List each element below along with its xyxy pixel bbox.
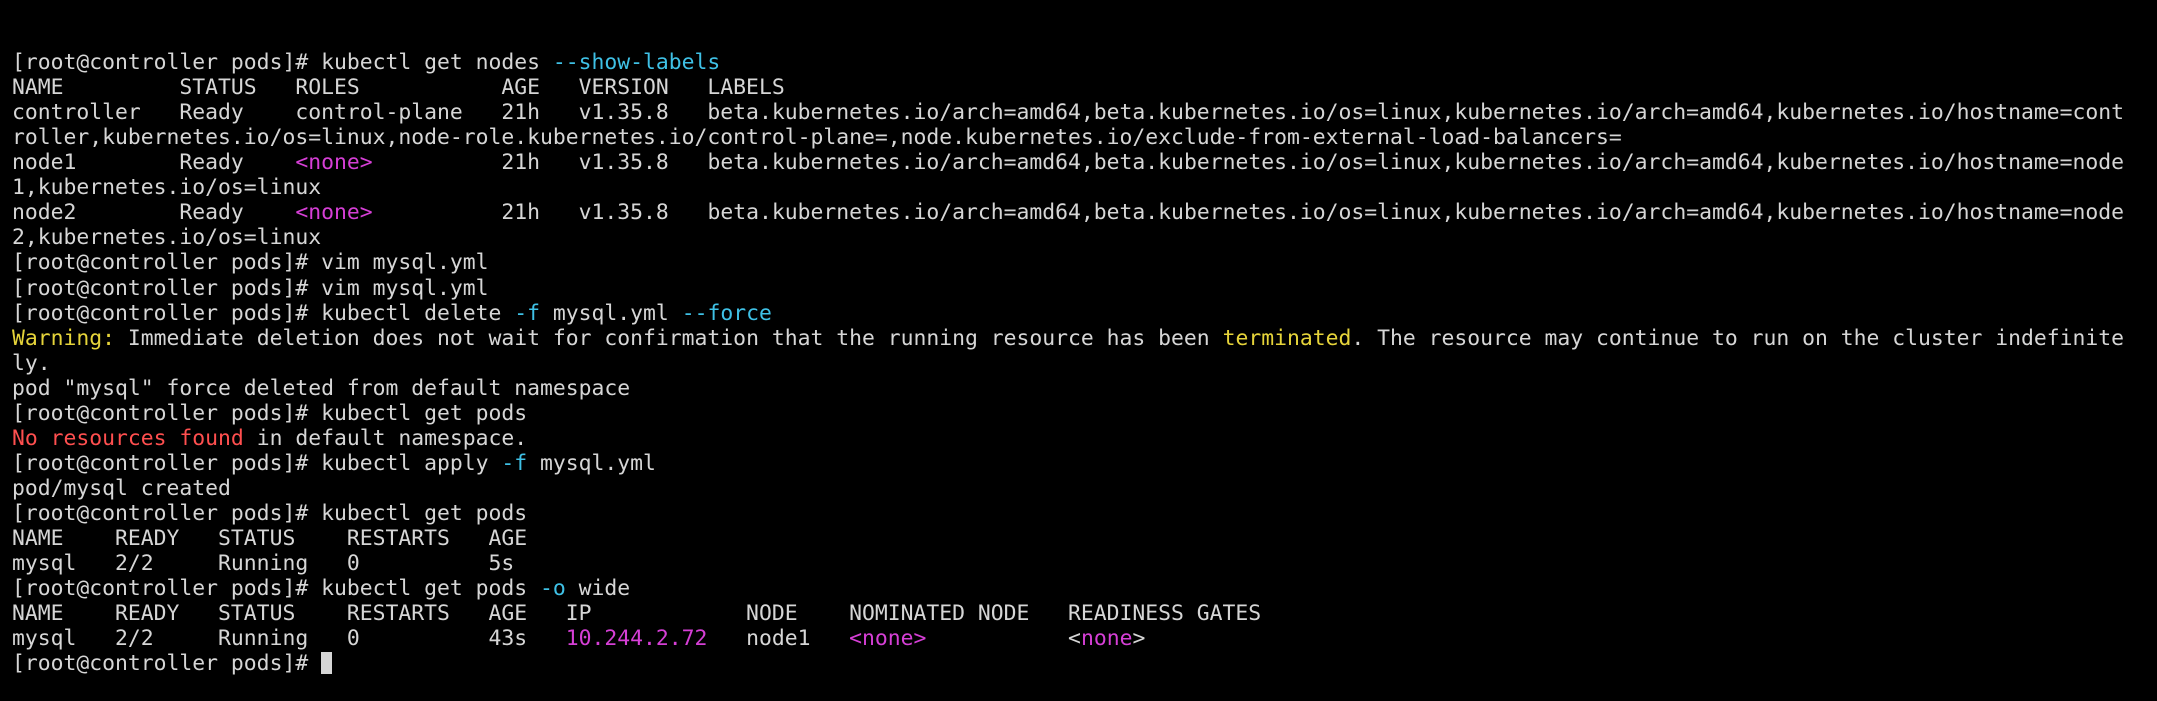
terminal-text: roller,kubernetes.io/os=linux,node-role.… <box>12 125 1622 151</box>
terminal-text: 21h v1.35.8 beta.kubernetes.io/arch=amd6… <box>372 150 2125 176</box>
terminal-text: ly. <box>12 350 51 376</box>
terminal-line: NAME READY STATUS RESTARTS AGE <box>12 526 2157 551</box>
terminal-text: pod/mysql created <box>12 475 231 501</box>
terminal-line: [root@controller pods]# vim mysql.yml <box>12 250 2157 275</box>
terminal-text: mysql.yml <box>527 450 656 476</box>
terminal-line: node2 Ready <none> 21h v1.35.8 beta.kube… <box>12 200 2157 225</box>
terminal-text: wide <box>565 576 631 602</box>
terminal-line: pod "mysql" force deleted from default n… <box>12 376 2157 401</box>
terminal-text: [root@controller pods]# kubectl get pods <box>12 576 541 602</box>
terminal-line: mysql 2/2 Running 0 43s 10.244.2.72 node… <box>12 626 2157 651</box>
terminal-text: -f <box>514 300 541 326</box>
terminal-line: No resources found in default namespace. <box>12 426 2157 451</box>
terminal-text: node2 Ready <box>12 200 296 226</box>
terminal-line: 2,kubernetes.io/os=linux <box>12 225 2157 250</box>
terminal-line: [root@controller pods]# vim mysql.yml <box>12 276 2157 301</box>
terminal-text: -f <box>501 450 528 476</box>
terminal-text: mysql 2/2 Running 0 5s <box>12 551 515 577</box>
terminal-line: Warning: Immediate deletion does not wai… <box>12 326 2157 351</box>
terminal-line: roller,kubernetes.io/os=linux,node-role.… <box>12 125 2157 150</box>
terminal-output: [root@controller pods]# kubectl get node… <box>12 50 2157 676</box>
terminal-line: pod/mysql created <box>12 476 2157 501</box>
terminal-text: <none> <box>295 150 373 176</box>
terminal-text: mysql.yml <box>540 300 682 326</box>
terminal-line: controller Ready control-plane 21h v1.35… <box>12 100 2157 125</box>
terminal-line: [root@controller pods]# <box>12 651 2157 676</box>
terminal-text: 1,kubernetes.io/os=linux <box>12 175 322 201</box>
terminal-text: [root@controller pods]# kubectl get pods <box>12 500 528 526</box>
terminal-text: none <box>1080 626 1133 652</box>
terminal-text: terminated <box>1222 325 1352 351</box>
terminal-cursor[interactable] <box>321 652 333 675</box>
terminal-text: 21h v1.35.8 beta.kubernetes.io/arch=amd6… <box>372 200 2125 226</box>
terminal-line: [root@controller pods]# kubectl apply -f… <box>12 451 2157 476</box>
terminal-line: [root@controller pods]# kubectl get pods <box>12 401 2157 426</box>
terminal-window[interactable]: [root@controller pods]# kubectl get node… <box>0 0 2157 676</box>
terminal-text: <none> <box>295 200 373 226</box>
terminal-line: ly. <box>12 351 2157 376</box>
terminal-text: 2,kubernetes.io/os=linux <box>12 225 322 251</box>
terminal-text: NAME STATUS ROLES AGE VERSION LABELS <box>12 75 785 101</box>
terminal-line: [root@controller pods]# kubectl get node… <box>12 50 2157 75</box>
terminal-text: [root@controller pods]# vim mysql.yml <box>12 275 489 301</box>
terminal-text: [root@controller pods]# kubectl get pods <box>12 400 528 426</box>
terminal-text: in default namespace. <box>243 425 528 451</box>
terminal-text: [root@controller pods]# kubectl get node… <box>12 50 553 76</box>
terminal-text: <none> <box>849 626 927 652</box>
terminal-text: NAME READY STATUS RESTARTS AGE <box>12 525 528 551</box>
terminal-text: . The resource may continue to run on th… <box>1351 325 2125 351</box>
terminal-line: [root@controller pods]# kubectl get pods… <box>12 576 2157 601</box>
terminal-text: Warning: <box>12 325 116 351</box>
terminal-line: [root@controller pods]# kubectl delete -… <box>12 301 2157 326</box>
terminal-text: node1 <box>707 626 850 652</box>
terminal-text: -o <box>540 576 566 602</box>
terminal-text: No resources found <box>12 425 244 451</box>
terminal-text: --show-labels <box>552 50 721 76</box>
terminal-line: NAME STATUS ROLES AGE VERSION LABELS <box>12 75 2157 100</box>
terminal-text: pod "mysql" force deleted from default n… <box>12 375 631 401</box>
terminal-text: NAME READY STATUS RESTARTS AGE IP NODE N… <box>12 601 1262 627</box>
terminal-line: 1,kubernetes.io/os=linux <box>12 175 2157 200</box>
terminal-text: [root@controller pods]# vim mysql.yml <box>12 250 489 276</box>
terminal-line: [root@controller pods]# kubectl get pods <box>12 501 2157 526</box>
terminal-text: > <box>1132 626 1146 652</box>
terminal-text: < <box>926 626 1081 652</box>
terminal-text: node1 Ready <box>12 150 296 176</box>
terminal-text: 10.244.2.72 <box>565 626 708 652</box>
terminal-line: NAME READY STATUS RESTARTS AGE IP NODE N… <box>12 601 2157 626</box>
terminal-text: [root@controller pods]# <box>12 651 322 677</box>
terminal-text: controller Ready control-plane 21h v1.35… <box>12 100 2125 126</box>
terminal-text: --force <box>681 300 772 326</box>
terminal-line: node1 Ready <none> 21h v1.35.8 beta.kube… <box>12 150 2157 175</box>
terminal-text: [root@controller pods]# kubectl delete <box>12 300 515 326</box>
terminal-text: Immediate deletion does not wait for con… <box>115 325 1223 351</box>
terminal-text: [root@controller pods]# kubectl apply <box>12 450 502 476</box>
terminal-text: mysql 2/2 Running 0 43s <box>12 626 566 652</box>
terminal-line: mysql 2/2 Running 0 5s <box>12 551 2157 576</box>
